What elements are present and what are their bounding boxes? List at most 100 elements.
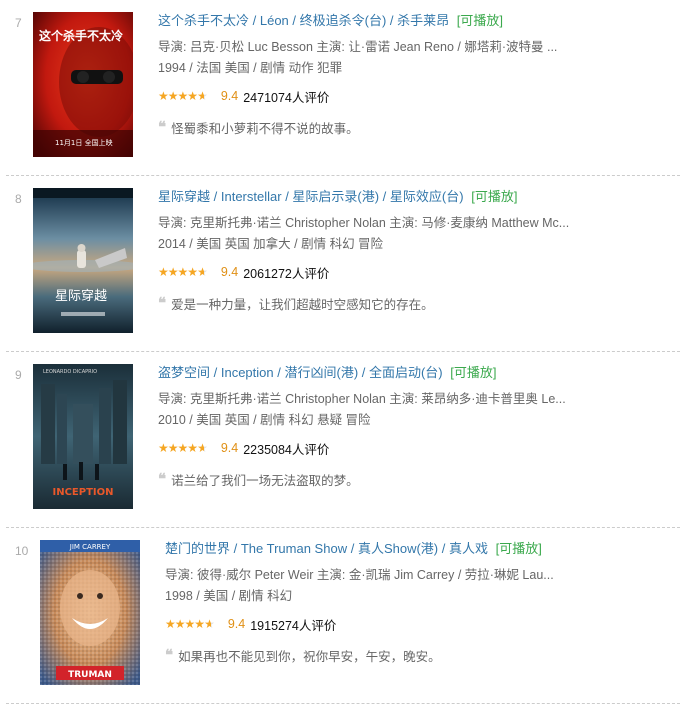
vote-count: 2061272人评价 <box>243 266 330 281</box>
movie-year-country-genre: 2014 / 美国 英国 加拿大 / 剧情 科幻 冒险 <box>158 237 384 251</box>
playable-badge: [可播放] <box>471 189 518 204</box>
movie-title-line: 这个杀手不太冷 / Léon / 终极追杀令(台) / 杀手莱昂 [可播放] <box>158 12 686 30</box>
movie-year-country-genre: 1994 / 法国 美国 / 剧情 动作 犯罪 <box>158 61 343 75</box>
movie-director-cast: 导演: 吕克·贝松 Luc Besson 主演: 让·雷诺 Jean Reno … <box>158 40 558 54</box>
poster-top-text: LEONARDO DICAPRIO <box>43 369 97 375</box>
movie-title-link[interactable]: 星际穿越 <box>158 189 210 204</box>
star-icon: ★ <box>177 88 189 103</box>
playable-badge: [可播放] <box>456 13 503 28</box>
star-icon: ★ <box>174 616 186 631</box>
movie-item: 9 LEONARDO DICAPRIO INCEPTION 盗梦空间 / Inc… <box>0 352 686 528</box>
movie-rank: 8 <box>15 192 22 206</box>
playable-badge: [可播放] <box>450 365 497 380</box>
star-icon: ★ <box>184 616 196 631</box>
movie-rank: 7 <box>15 16 22 30</box>
movie-title-line: 盗梦空间 / Inception / 潜行凶间(港) / 全面启动(台) [可播… <box>158 364 686 382</box>
movie-director-cast: 导演: 彼得·威尔 Peter Weir 主演: 金·凯瑞 Jim Carrey… <box>165 568 554 582</box>
vote-count: 1915274人评价 <box>250 618 337 633</box>
star-icon: ★ <box>204 616 215 631</box>
movie-item: 10 JIM CARREY TRUMAN 楚门的世界 / The Truman … <box>0 528 686 704</box>
movie-poster[interactable]: LEONARDO DICAPRIO INCEPTION <box>33 364 133 509</box>
star-icon: ★ <box>177 440 189 455</box>
movie-info: 盗梦空间 / Inception / 潜行凶间(港) / 全面启动(台) [可播… <box>158 364 686 489</box>
movie-item: 7 这个杀手不太冷 11月1日 全国上映 这个杀手不太冷 / Léon / 终极… <box>0 0 686 176</box>
star-rating-icon: ★★★★★ <box>165 616 215 631</box>
quote-mark-icon: ❝ <box>158 470 167 488</box>
movie-quote: ❝ 爱是一种力量，让我们超越时空感知它的存在。 <box>158 294 686 313</box>
movie-quote: ❝ 诺兰给了我们一场无法盗取的梦。 <box>158 470 686 489</box>
quote-mark-icon: ❝ <box>165 646 174 664</box>
movie-title-original[interactable]: / Inception <box>214 365 274 380</box>
movie-title-link[interactable]: 盗梦空间 <box>158 365 210 380</box>
poster-title-text: INCEPTION <box>52 487 113 498</box>
movie-quote: ❝ 如果再也不能见到你，祝你早安，午安，晚安。 <box>165 646 686 665</box>
quote-mark-icon: ❝ <box>158 294 167 312</box>
movie-rank: 10 <box>15 544 29 558</box>
playable-badge: [可播放] <box>495 541 542 556</box>
star-icon: ★ <box>158 440 169 455</box>
poster-image: 这个杀手不太冷 11月1日 全国上映 <box>33 12 133 157</box>
movie-year-country-genre: 1998 / 美国 / 剧情 科幻 <box>165 589 293 603</box>
movie-info: 楚门的世界 / The Truman Show / 真人Show(港) / 真人… <box>165 540 686 665</box>
star-rating-icon: ★★★★★ <box>158 440 208 455</box>
movie-title-alt: / 潜行凶间(港) / 全面启动(台) <box>277 365 443 380</box>
movie-title-alt: / 终极追杀令(台) / 杀手莱昂 <box>292 13 450 28</box>
movie-poster[interactable]: 星际穿越 <box>33 188 133 333</box>
star-icon: ★ <box>167 440 179 455</box>
movie-rating: ★★★★★ 9.4 1915274人评价 <box>165 615 686 633</box>
star-icon: ★ <box>187 264 198 279</box>
rating-number: 9.4 <box>220 89 239 103</box>
movie-title-original[interactable]: / Interstellar <box>214 189 282 204</box>
star-icon: ★ <box>187 88 198 103</box>
movie-poster[interactable]: 这个杀手不太冷 11月1日 全国上映 <box>33 12 133 157</box>
poster-title-text: 这个杀手不太冷 <box>39 28 123 43</box>
vote-count: 2235084人评价 <box>243 442 330 457</box>
movie-director-cast: 导演: 克里斯托弗·诺兰 Christopher Nolan 主演: 马修·麦康… <box>158 216 570 230</box>
poster-top-text: JIM CARREY <box>69 543 111 551</box>
movie-poster[interactable]: JIM CARREY TRUMAN <box>40 540 140 685</box>
movie-title-original[interactable]: / The Truman Show <box>234 541 347 556</box>
quote-text: 如果再也不能见到你，祝你早安，午安，晚安。 <box>178 650 441 664</box>
movie-credits: 导演: 吕克·贝松 Luc Besson 主演: 让·雷诺 Jean Reno … <box>158 37 686 79</box>
star-icon: ★ <box>167 88 179 103</box>
divider <box>6 703 680 704</box>
poster-title-text: 星际穿越 <box>55 288 107 304</box>
star-rating-icon: ★★★★★ <box>158 88 208 103</box>
movie-title-link[interactable]: 楚门的世界 <box>165 541 230 556</box>
quote-mark-icon: ❝ <box>158 118 167 136</box>
star-icon: ★ <box>167 264 179 279</box>
quote-text: 怪蜀黍和小萝莉不得不说的故事。 <box>171 122 359 136</box>
movie-rating: ★★★★★ 9.4 2235084人评价 <box>158 439 686 457</box>
star-icon: ★ <box>177 264 189 279</box>
movie-info: 星际穿越 / Interstellar / 星际启示录(港) / 星际效应(台)… <box>158 188 686 313</box>
movie-year-country-genre: 2010 / 美国 英国 / 剧情 科幻 悬疑 冒险 <box>158 413 371 427</box>
movie-rank: 9 <box>15 368 22 382</box>
movie-item: 8 星际穿越 星际穿越 / Interstellar / 星际启示录(港) / … <box>0 176 686 352</box>
movie-info: 这个杀手不太冷 / Léon / 终极追杀令(台) / 杀手莱昂 [可播放] 导… <box>158 12 686 137</box>
star-icon: ★ <box>197 88 208 103</box>
star-icon: ★ <box>194 616 205 631</box>
movie-title-line: 楚门的世界 / The Truman Show / 真人Show(港) / 真人… <box>165 540 686 558</box>
star-icon: ★ <box>158 264 169 279</box>
star-rating-icon: ★★★★★ <box>158 264 208 279</box>
star-icon: ★ <box>158 88 169 103</box>
poster-title-text: TRUMAN <box>68 670 112 680</box>
quote-text: 诺兰给了我们一场无法盗取的梦。 <box>171 474 359 488</box>
movie-director-cast: 导演: 克里斯托弗·诺兰 Christopher Nolan 主演: 莱昂纳多·… <box>158 392 566 406</box>
star-icon: ★ <box>165 616 176 631</box>
movie-credits: 导演: 克里斯托弗·诺兰 Christopher Nolan 主演: 马修·麦康… <box>158 213 686 255</box>
movie-title-line: 星际穿越 / Interstellar / 星际启示录(港) / 星际效应(台)… <box>158 188 686 206</box>
rating-number: 9.4 <box>227 617 246 631</box>
movie-rating: ★★★★★ 9.4 2471074人评价 <box>158 87 686 105</box>
star-icon: ★ <box>197 264 208 279</box>
poster-date-text: 11月1日 全国上映 <box>55 138 113 147</box>
movie-quote: ❝ 怪蜀黍和小萝莉不得不说的故事。 <box>158 118 686 137</box>
rating-number: 9.4 <box>220 265 239 279</box>
vote-count: 2471074人评价 <box>243 90 330 105</box>
star-icon: ★ <box>197 440 208 455</box>
movie-title-link[interactable]: 这个杀手不太冷 <box>158 13 249 28</box>
movie-title-original[interactable]: / Léon <box>253 13 289 28</box>
poster-image: LEONARDO DICAPRIO INCEPTION <box>33 364 133 509</box>
rating-number: 9.4 <box>220 441 239 455</box>
movie-rating: ★★★★★ 9.4 2061272人评价 <box>158 263 686 281</box>
